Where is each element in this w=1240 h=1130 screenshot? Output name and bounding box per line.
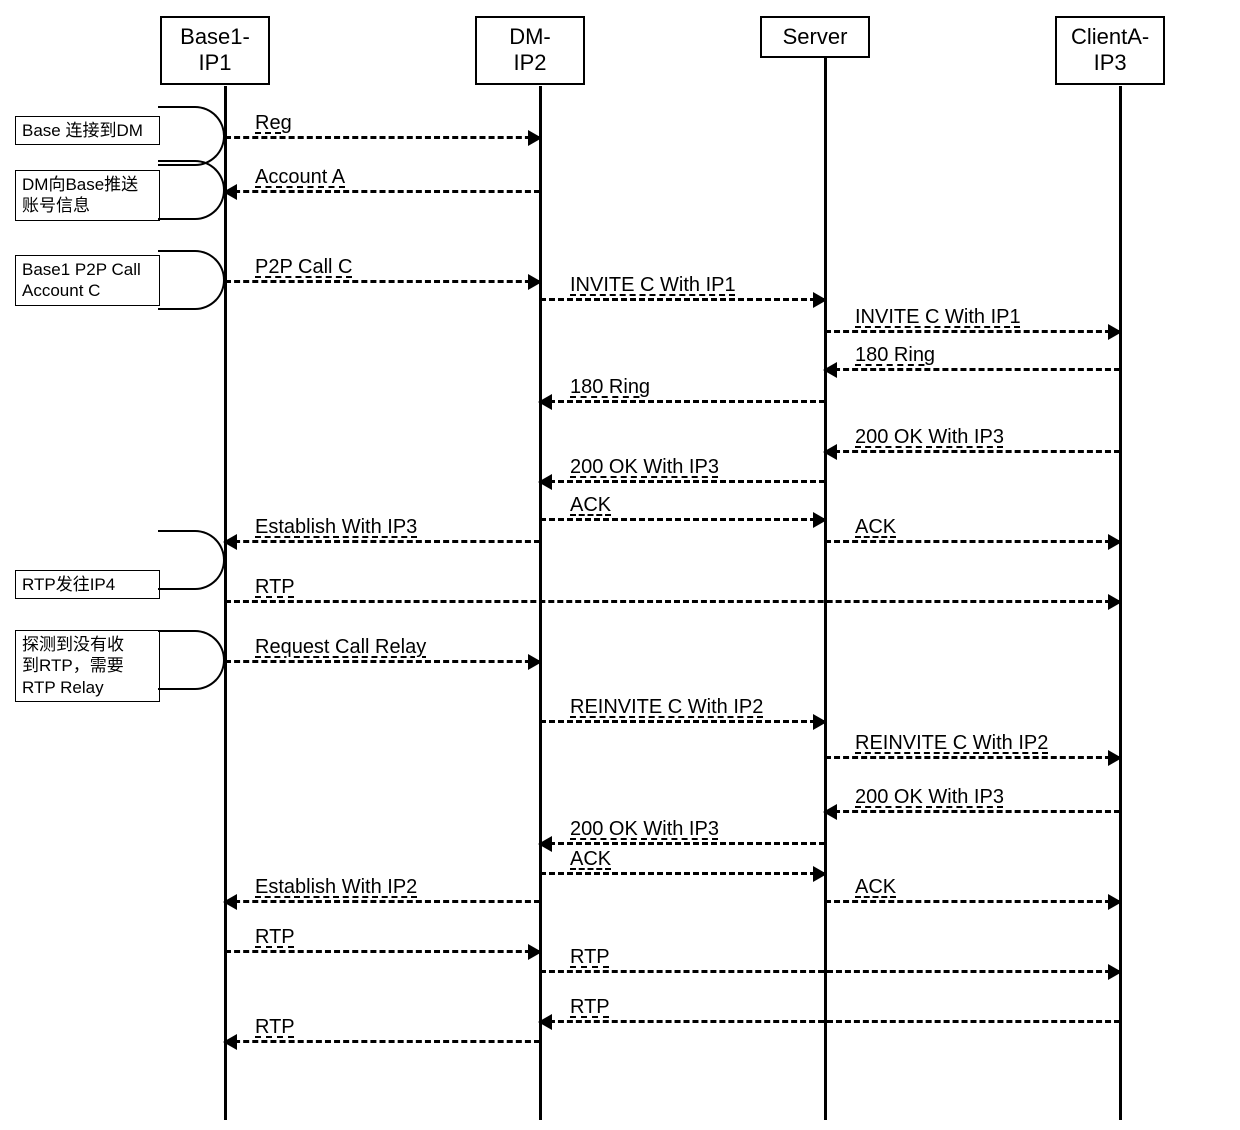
arrow-head-icon xyxy=(538,474,552,490)
message-arrow xyxy=(225,600,1120,603)
message-arrow xyxy=(225,900,540,903)
note-n4: RTP发往IP4 xyxy=(15,570,160,599)
arrow-head-icon xyxy=(1108,750,1122,766)
message-label: 180 Ring xyxy=(855,344,935,367)
message-label: 200 OK With IP3 xyxy=(855,786,1004,809)
message-label: Request Call Relay xyxy=(255,636,426,659)
note-connector-top xyxy=(158,160,225,190)
message-label: ACK xyxy=(855,876,896,899)
message-arrow xyxy=(540,400,825,403)
message-arrow xyxy=(540,298,825,301)
message-label: RTP xyxy=(570,996,610,1019)
note-connector-bottom xyxy=(158,560,225,590)
note-n2: DM向Base推送账号信息 xyxy=(15,170,160,221)
note-n3: Base1 P2P CallAccount C xyxy=(15,255,160,306)
message-label: 180 Ring xyxy=(570,376,650,399)
message-label: ACK xyxy=(570,494,611,517)
message-arrow xyxy=(540,518,825,521)
message-arrow xyxy=(825,450,1120,453)
message-arrow xyxy=(540,872,825,875)
arrow-head-icon xyxy=(813,512,827,528)
message-arrow xyxy=(540,970,1120,973)
message-arrow xyxy=(825,368,1120,371)
arrow-head-icon xyxy=(528,654,542,670)
note-connector-bottom xyxy=(158,660,225,690)
arrow-head-icon xyxy=(823,362,837,378)
lifeline-base1 xyxy=(224,86,227,1120)
message-label: REINVITE C With IP2 xyxy=(855,732,1048,755)
arrow-head-icon xyxy=(813,714,827,730)
message-arrow xyxy=(540,720,825,723)
lifeline-dm xyxy=(539,86,542,1120)
message-label: 200 OK With IP3 xyxy=(570,818,719,841)
note-connector-top xyxy=(158,106,225,136)
message-arrow xyxy=(825,756,1120,759)
arrow-head-icon xyxy=(823,444,837,460)
participant-dm: DM-IP2 xyxy=(475,16,585,85)
message-arrow xyxy=(825,900,1120,903)
arrow-head-icon xyxy=(1108,534,1122,550)
message-arrow xyxy=(225,540,540,543)
message-label: Account A xyxy=(255,166,345,189)
message-label: Reg xyxy=(255,112,292,135)
message-label: RTP xyxy=(255,926,295,949)
arrow-head-icon xyxy=(528,274,542,290)
arrow-head-icon xyxy=(1108,894,1122,910)
note-connector-top xyxy=(158,530,225,560)
message-arrow xyxy=(225,136,540,139)
arrow-head-icon xyxy=(1108,324,1122,340)
message-label: ACK xyxy=(855,516,896,539)
note-n5: 探测到没有收到RTP，需要RTP Relay xyxy=(15,630,160,702)
arrow-head-icon xyxy=(538,836,552,852)
message-arrow xyxy=(225,280,540,283)
message-label: 200 OK With IP3 xyxy=(855,426,1004,449)
message-label: INVITE C With IP1 xyxy=(855,306,1021,329)
message-label: ACK xyxy=(570,848,611,871)
arrow-head-icon xyxy=(538,394,552,410)
message-arrow xyxy=(540,480,825,483)
message-label: RTP xyxy=(255,576,295,599)
arrow-head-icon xyxy=(813,866,827,882)
note-connector-bottom xyxy=(158,190,225,220)
note-connector-top xyxy=(158,630,225,660)
message-arrow xyxy=(825,810,1120,813)
message-label: REINVITE C With IP2 xyxy=(570,696,763,719)
message-label: Establish With IP2 xyxy=(255,876,417,899)
message-arrow xyxy=(540,1020,1120,1023)
arrow-head-icon xyxy=(813,292,827,308)
message-arrow xyxy=(225,660,540,663)
message-label: INVITE C With IP1 xyxy=(570,274,736,297)
arrow-head-icon xyxy=(538,1014,552,1030)
message-label: P2P Call C xyxy=(255,256,352,279)
message-arrow xyxy=(225,950,540,953)
message-label: Establish With IP3 xyxy=(255,516,417,539)
message-arrow xyxy=(540,842,825,845)
participant-client: ClientA-IP3 xyxy=(1055,16,1165,85)
message-arrow xyxy=(825,540,1120,543)
lifeline-server xyxy=(824,56,827,1120)
arrow-head-icon xyxy=(528,944,542,960)
message-label: RTP xyxy=(255,1016,295,1039)
arrow-head-icon xyxy=(528,130,542,146)
message-label: 200 OK With IP3 xyxy=(570,456,719,479)
arrow-head-icon xyxy=(823,804,837,820)
arrow-head-icon xyxy=(1108,964,1122,980)
sequence-diagram: Base1-IP1 DM-IP2 Server ClientA-IP3 Base 连接到… xyxy=(0,0,1240,1130)
message-label: RTP xyxy=(570,946,610,969)
note-connector-top xyxy=(158,250,225,280)
message-arrow xyxy=(225,190,540,193)
participant-base1: Base1-IP1 xyxy=(160,16,270,85)
note-n1: Base 连接到DM xyxy=(15,116,160,145)
note-connector-bottom xyxy=(158,280,225,310)
arrow-head-icon xyxy=(223,184,237,200)
participant-server: Server xyxy=(760,16,870,58)
arrow-head-icon xyxy=(1108,594,1122,610)
arrow-head-icon xyxy=(223,534,237,550)
message-arrow xyxy=(825,330,1120,333)
message-arrow xyxy=(225,1040,540,1043)
arrow-head-icon xyxy=(223,1034,237,1050)
arrow-head-icon xyxy=(223,894,237,910)
